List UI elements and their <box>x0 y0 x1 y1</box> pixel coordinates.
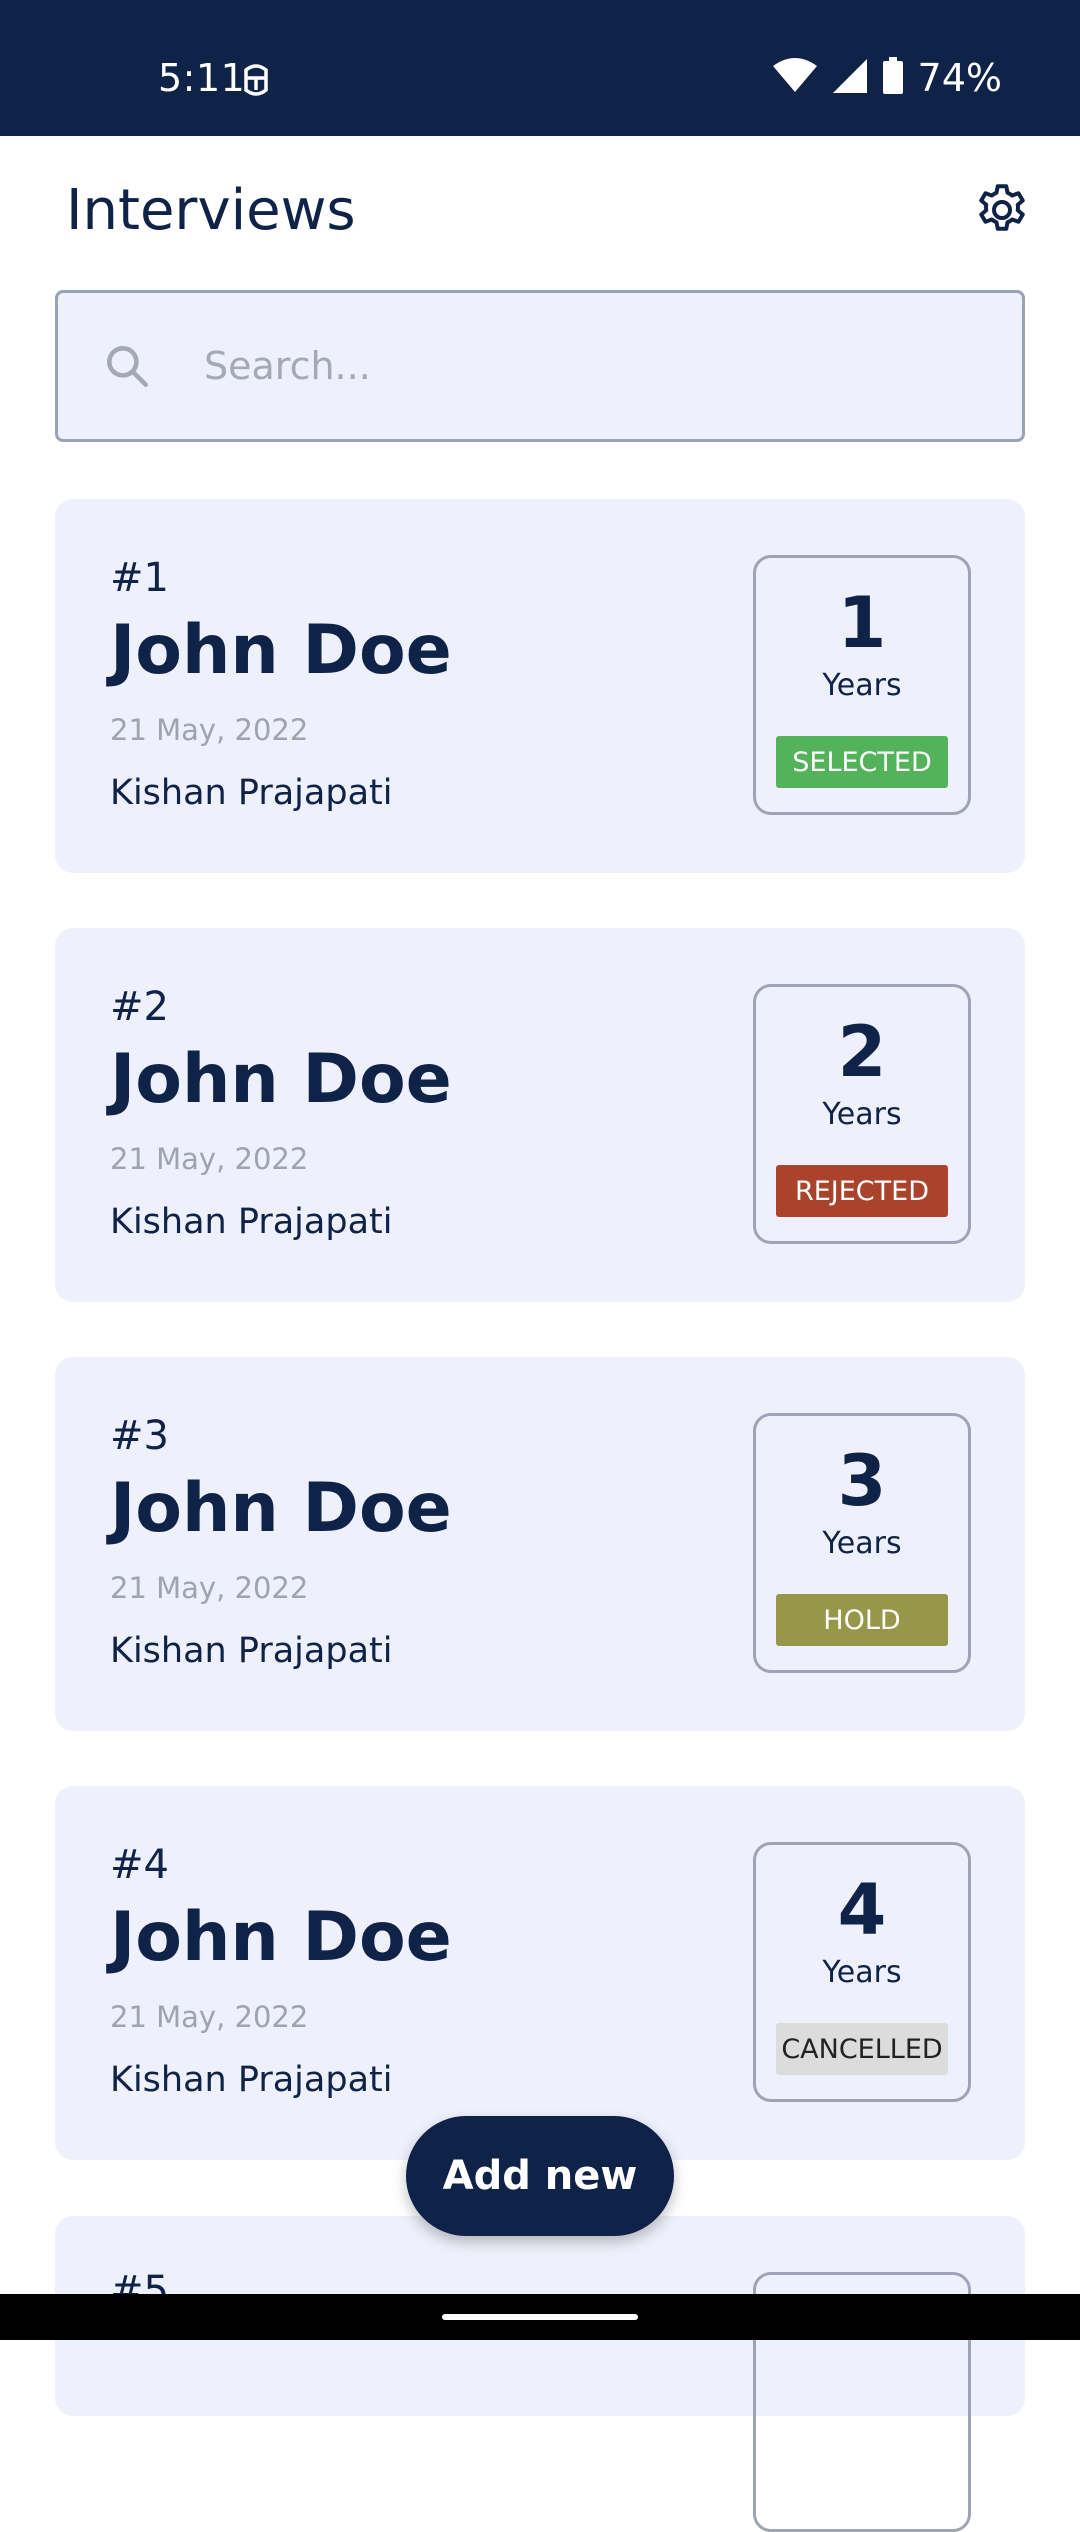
settings-button[interactable] <box>968 176 1036 244</box>
experience-unit: Years <box>822 1097 902 1132</box>
experience-value: 1 <box>837 582 887 664</box>
experience-value: 4 <box>837 1869 887 1951</box>
interview-number: #3 <box>110 1413 169 1459</box>
candidate-name: John Doe <box>110 611 452 690</box>
interview-date: 21 May, 2022 <box>110 1142 309 1176</box>
interviewer-name: Kishan Prajapati <box>110 773 393 813</box>
status-bar: 5:11 74% <box>0 0 1080 136</box>
home-gesture-handle[interactable] <box>442 2314 638 2320</box>
battery-percent: 74% <box>917 56 1002 100</box>
cell-signal-icon <box>832 58 868 98</box>
interview-number: #1 <box>110 555 169 601</box>
candidate-name: John Doe <box>110 1898 452 1977</box>
status-badge: REJECTED <box>776 1165 948 1217</box>
page-title: Interviews <box>66 178 356 243</box>
interview-date: 21 May, 2022 <box>110 713 309 747</box>
interview-card[interactable]: #3 John Doe 21 May, 2022 Kishan Prajapat… <box>55 1357 1025 1731</box>
experience-unit: Years <box>822 1955 902 1990</box>
status-badge: HOLD <box>776 1594 948 1646</box>
candidate-name: John Doe <box>110 1469 452 1548</box>
interview-date: 21 May, 2022 <box>110 2000 309 2034</box>
add-new-button[interactable]: Add new <box>406 2116 674 2236</box>
experience-value: 3 <box>837 1440 887 1522</box>
android-debug-icon <box>240 60 272 100</box>
experience-value: 2 <box>837 1011 887 1093</box>
interview-date: 21 May, 2022 <box>110 1571 309 1605</box>
app-header: Interviews <box>0 136 1080 286</box>
interview-number: #4 <box>110 1842 169 1888</box>
experience-box: 2 Years REJECTED <box>753 984 971 1244</box>
status-right-group: 74% <box>772 56 1002 100</box>
status-badge: CANCELLED <box>776 2023 948 2075</box>
interview-number: #2 <box>110 984 169 1030</box>
experience-unit: Years <box>822 1526 902 1561</box>
experience-box: 4 Years CANCELLED <box>753 1842 971 2102</box>
experience-unit: Years <box>822 668 902 703</box>
search-icon <box>107 346 149 388</box>
status-badge: SELECTED <box>776 736 948 788</box>
experience-box: 1 Years SELECTED <box>753 555 971 815</box>
interviewer-name: Kishan Prajapati <box>110 1202 393 1242</box>
interview-card[interactable]: #2 John Doe 21 May, 2022 Kishan Prajapat… <box>55 928 1025 1302</box>
interviewer-name: Kishan Prajapati <box>110 2060 393 2100</box>
gear-icon <box>979 184 1025 231</box>
search-input[interactable] <box>202 343 962 389</box>
status-time: 5:11 <box>158 56 246 100</box>
wifi-icon <box>772 58 818 98</box>
search-box[interactable] <box>55 290 1025 442</box>
interview-card[interactable]: #1 John Doe 21 May, 2022 Kishan Prajapat… <box>55 499 1025 873</box>
interview-card[interactable]: #4 John Doe 21 May, 2022 Kishan Prajapat… <box>55 1786 1025 2160</box>
experience-box: 3 Years HOLD <box>753 1413 971 1673</box>
interviewer-name: Kishan Prajapati <box>110 1631 393 1671</box>
navigation-bar <box>0 2294 1080 2340</box>
battery-icon <box>882 57 904 99</box>
candidate-name: John Doe <box>110 1040 452 1119</box>
